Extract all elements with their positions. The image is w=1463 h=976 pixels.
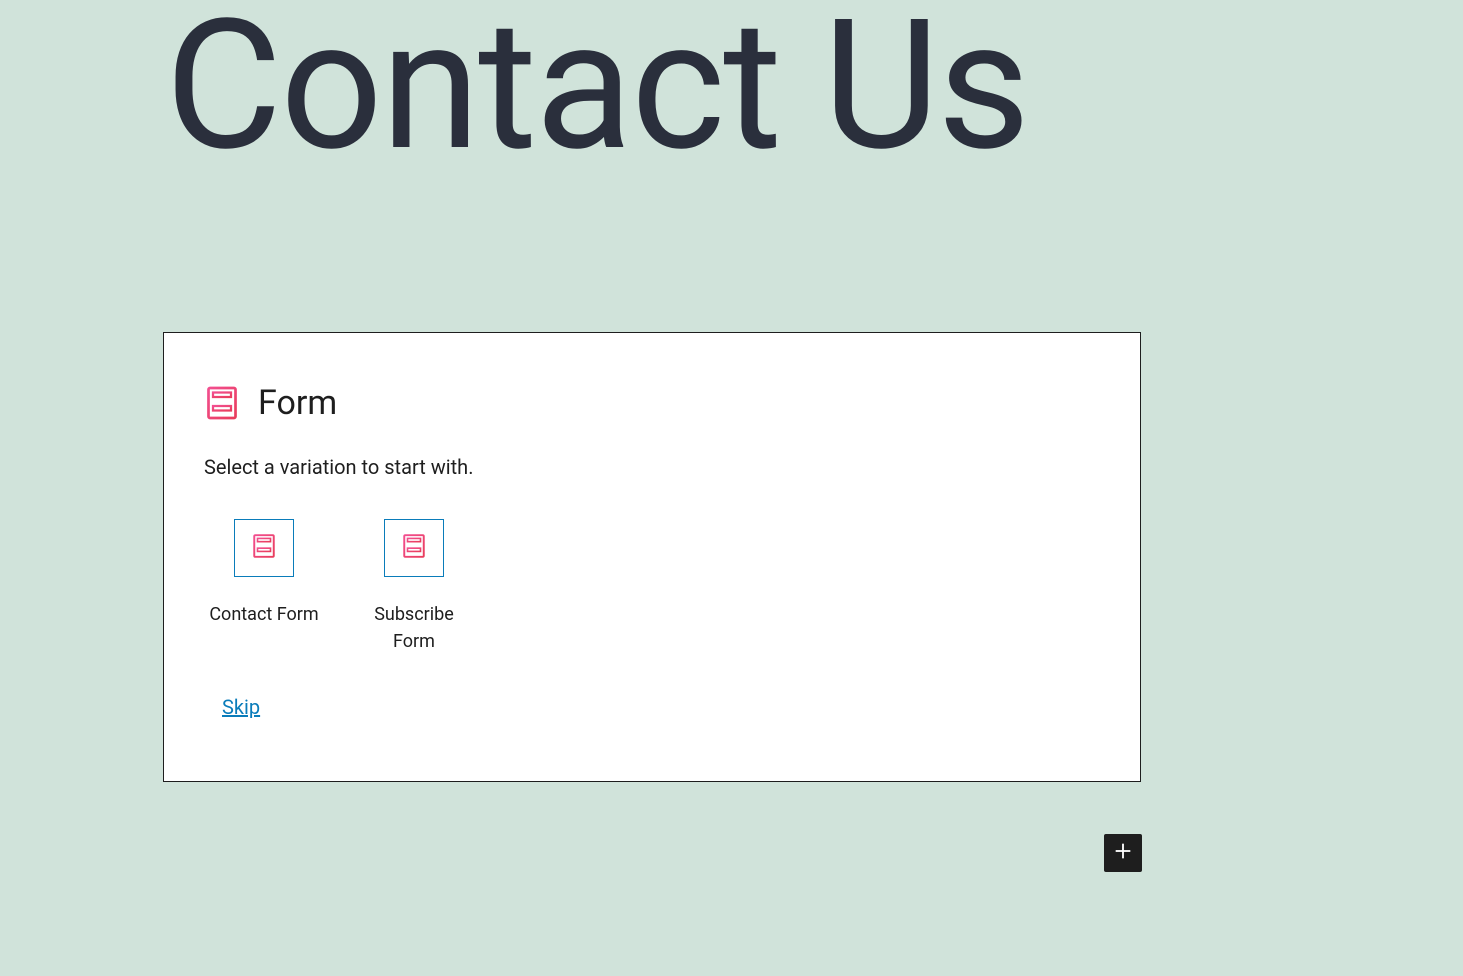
form-icon	[251, 532, 277, 564]
variation-contact-form[interactable]: Contact Form	[204, 519, 324, 655]
page-title: Contact Us	[165, 0, 1028, 191]
form-icon	[401, 532, 427, 564]
form-block-placeholder: Form Select a variation to start with.	[163, 332, 1141, 782]
variation-box	[234, 519, 294, 577]
variation-subscribe-form[interactable]: Subscribe Form	[354, 519, 474, 655]
plus-icon	[1112, 840, 1134, 866]
block-title: Form	[258, 383, 337, 423]
variation-label: Subscribe Form	[354, 601, 474, 655]
add-block-button[interactable]	[1104, 834, 1142, 872]
skip-link[interactable]: Skip	[222, 695, 260, 719]
form-icon	[204, 385, 240, 421]
variations-list: Contact Form	[204, 519, 1100, 655]
variation-label: Contact Form	[209, 601, 318, 628]
block-description: Select a variation to start with.	[204, 455, 1100, 479]
variation-box	[384, 519, 444, 577]
block-header: Form	[204, 383, 1100, 423]
